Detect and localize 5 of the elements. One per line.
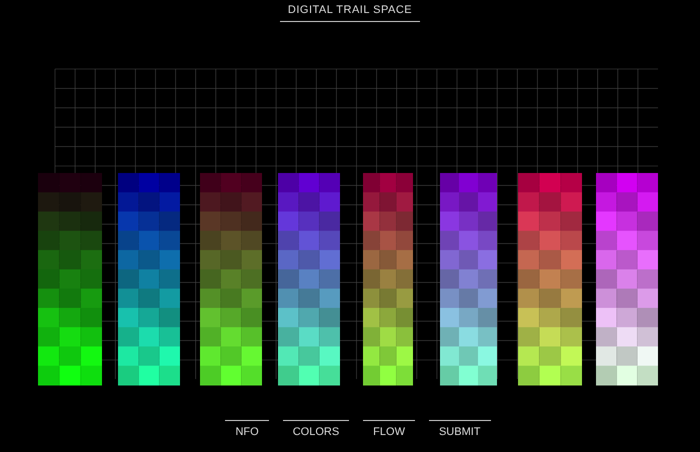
- nav-link[interactable]: FLOW: [363, 420, 415, 440]
- page-title: DIGITAL TRAIL SPACE: [280, 2, 420, 22]
- nav-link[interactable]: COLORS: [282, 420, 350, 440]
- nav-link[interactable]: SUBMIT: [428, 420, 491, 440]
- nav-link[interactable]: NFO: [225, 420, 269, 440]
